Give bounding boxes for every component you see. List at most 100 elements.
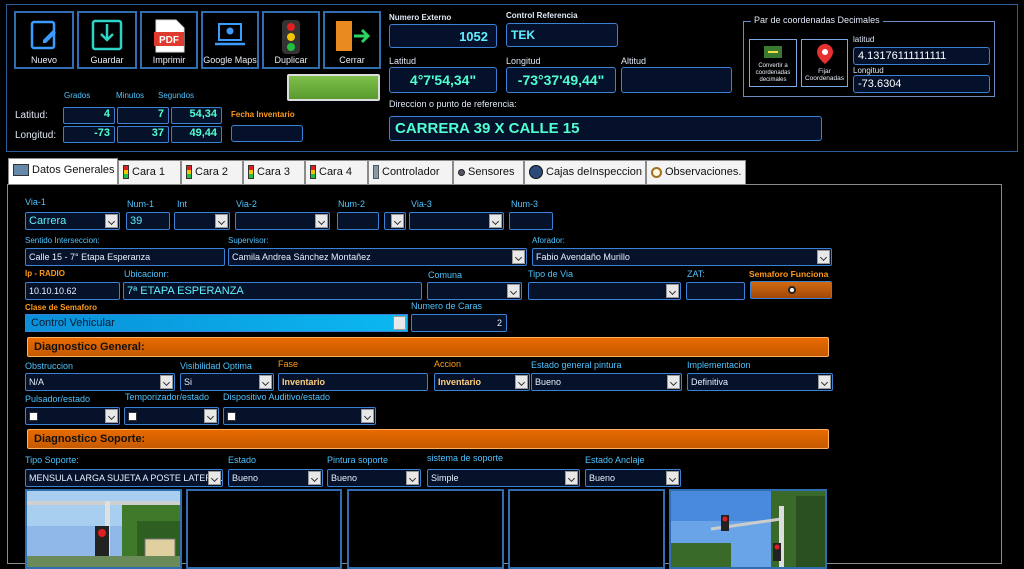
photo-5[interactable] [669, 489, 827, 569]
ip-field[interactable]: 10.10.10.62 [25, 282, 120, 300]
via1-select[interactable]: Carrera [25, 212, 120, 230]
ubicacion-field[interactable]: 7ª ETAPA ESPERANZA [123, 282, 422, 300]
num3-field[interactable] [509, 212, 553, 230]
duplicar-button[interactable]: Duplicar [262, 11, 320, 69]
zat-field[interactable] [686, 282, 745, 300]
accion-select[interactable]: Inventario [434, 373, 530, 391]
chevron-down-icon[interactable] [818, 375, 831, 389]
estado-value: Bueno [232, 473, 259, 483]
chevron-down-icon[interactable] [666, 284, 679, 298]
chevron-down-icon[interactable] [308, 471, 321, 485]
num2-field[interactable] [337, 212, 379, 230]
tab-observaciones[interactable]: Observaciones. [646, 160, 746, 184]
pdf-icon: PDF [154, 19, 185, 53]
chevron-down-icon[interactable] [204, 409, 217, 423]
fecha-inventario-field[interactable] [231, 125, 303, 142]
tab-cajas-inspeccion[interactable]: Cajas deInspeccion [524, 160, 646, 184]
int-select[interactable] [174, 212, 230, 230]
checkbox-icon[interactable] [128, 412, 137, 422]
tipo-via-select[interactable] [528, 282, 681, 300]
guardar-button[interactable]: Guardar [77, 11, 137, 69]
pintura-select[interactable]: Bueno [531, 373, 682, 391]
dec-lat-field[interactable]: 4.13176111111111 [853, 47, 990, 65]
tab-controlador[interactable]: Controlador [368, 160, 453, 184]
aforador-select[interactable]: Fabio Avendaño Murillo [532, 248, 832, 266]
chevron-down-icon[interactable] [667, 375, 680, 389]
chevron-down-icon[interactable] [666, 471, 679, 485]
visibilidad-select[interactable]: Si [180, 373, 274, 391]
temporizador-select[interactable] [124, 407, 219, 425]
photo-1[interactable] [25, 489, 182, 569]
lon-grados-field[interactable]: -73 [63, 126, 115, 143]
latitud-field[interactable]: 4°7'54,34" [389, 67, 497, 93]
sentido-label: Sentido Interseccion: [25, 236, 100, 245]
via2-select[interactable] [235, 212, 330, 230]
lat-grados-field[interactable]: 4 [63, 107, 115, 124]
semaforo-funciona-toggle[interactable] [750, 281, 832, 299]
via3-select[interactable] [409, 212, 504, 230]
google-maps-button[interactable]: Google Maps [201, 11, 259, 69]
chevron-down-icon[interactable] [489, 214, 502, 228]
tab-datos-generales[interactable]: Datos Generales [8, 158, 118, 184]
obstruccion-select[interactable]: N/A [25, 373, 175, 391]
num1-field[interactable]: 39 [126, 212, 170, 230]
lon-minutos-field[interactable]: 37 [117, 126, 169, 143]
photo-2[interactable] [186, 489, 342, 569]
cerrar-button[interactable]: Cerrar [323, 11, 381, 69]
clase-semaforo-select[interactable]: Control Vehicular [25, 314, 408, 332]
chevron-down-icon[interactable] [512, 250, 525, 264]
nuevo-button[interactable]: Nuevo [14, 11, 74, 69]
sentido-field[interactable]: Calle 15 - 7° Etapa Esperanza [25, 248, 225, 266]
numero-caras-field[interactable]: 2 [411, 314, 507, 332]
checkbox-icon[interactable] [29, 412, 38, 422]
fase-select[interactable]: Inventario [278, 373, 428, 391]
chevron-down-icon[interactable] [215, 214, 228, 228]
control-ref-field[interactable]: TEK [506, 23, 618, 47]
chevron-down-icon[interactable] [817, 250, 830, 264]
dec-lon-field[interactable]: -73.6304 [853, 75, 990, 93]
convertir-coordenadas-button[interactable]: Convertir a coordenadas decimales [749, 39, 797, 87]
tab-cara-1[interactable]: Cara 1 [118, 160, 181, 184]
tipo-soporte-select[interactable]: MENSULA LARGA SUJETA A POSTE LATERAL [25, 469, 223, 487]
estado-select[interactable]: Bueno [228, 469, 323, 487]
chevron-down-icon[interactable] [105, 214, 118, 228]
longitud-field[interactable]: -73°37'49,44" [506, 67, 616, 93]
supervisor-select[interactable]: Camila Andrea Sánchez Montañez [228, 248, 527, 266]
comuna-select[interactable] [427, 282, 522, 300]
chevron-down-icon[interactable] [391, 214, 404, 228]
direccion-field[interactable]: CARRERA 39 X CALLE 15 [389, 116, 822, 141]
fijar-coordenadas-button[interactable]: Fijar Coordenadas [801, 39, 848, 87]
checkbox-icon[interactable] [227, 412, 236, 422]
chevron-down-icon[interactable] [315, 214, 328, 228]
chevron-down-icon[interactable] [160, 375, 173, 389]
chevron-down-icon[interactable] [393, 316, 406, 330]
tab-cara-4[interactable]: Cara 4 [305, 160, 368, 184]
photo-3[interactable] [347, 489, 504, 569]
photo-4[interactable] [508, 489, 665, 569]
implementacion-select[interactable]: Definitiva [687, 373, 833, 391]
pintura-soporte-select[interactable]: Bueno [327, 469, 421, 487]
chevron-down-icon[interactable] [361, 409, 374, 423]
dispositivo-select[interactable] [223, 407, 376, 425]
chevron-down-icon[interactable] [406, 471, 419, 485]
chevron-down-icon[interactable] [105, 409, 118, 423]
lat-segundos-field[interactable]: 54,34 [171, 107, 222, 124]
tab-sensores[interactable]: Sensores [453, 160, 524, 184]
altitud-field[interactable] [621, 67, 732, 93]
int2-select[interactable] [384, 212, 406, 230]
lat-minutos-field[interactable]: 7 [117, 107, 169, 124]
chevron-down-icon[interactable] [208, 471, 221, 485]
chevron-down-icon[interactable] [507, 284, 520, 298]
estado-anclaje-select[interactable]: Bueno [585, 469, 681, 487]
tab-cara-3[interactable]: Cara 3 [243, 160, 305, 184]
lon-segundos-field[interactable]: 49,44 [171, 126, 222, 143]
numero-externo-field[interactable]: 1052 [389, 24, 497, 48]
imprimir-button[interactable]: PDF Imprimir [140, 11, 198, 69]
sentido-value: Calle 15 - 7° Etapa Esperanza [29, 252, 151, 262]
chevron-down-icon[interactable] [515, 375, 528, 389]
tab-cara-2[interactable]: Cara 2 [181, 160, 243, 184]
chevron-down-icon[interactable] [259, 375, 272, 389]
sistema-soporte-select[interactable]: Simple [427, 469, 580, 487]
pulsador-select[interactable] [25, 407, 120, 425]
chevron-down-icon[interactable] [565, 471, 578, 485]
